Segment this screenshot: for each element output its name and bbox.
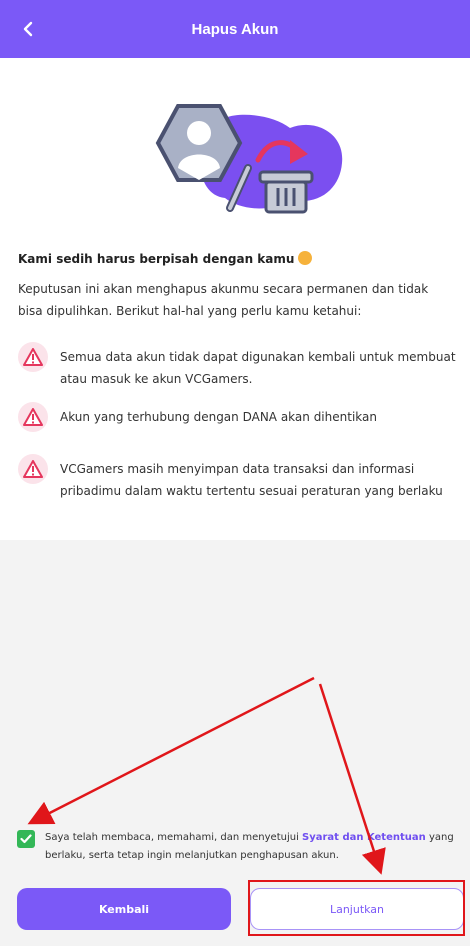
page-title: Hapus Akun [191, 20, 279, 38]
section-heading: Kami sedih harus berpisah dengan kamu [18, 251, 313, 266]
info-card: Kami sedih harus berpisah dengan kamu Ke… [0, 58, 470, 540]
sad-face-icon [298, 251, 313, 265]
warning-icon [18, 402, 48, 432]
delete-account-illustration [155, 104, 343, 214]
warning-icon [18, 454, 48, 484]
back-button[interactable]: Kembali [17, 888, 231, 930]
notice-text: Akun yang terhubung dengan DANA akan dih… [60, 410, 377, 424]
section-description: Keputusan ini akan menghapus akunmu seca… [18, 282, 429, 318]
notice-text: VCGamers masih menyimpan data transaksi … [60, 462, 443, 498]
back-arrow-icon[interactable] [16, 17, 40, 41]
highlight-box [248, 880, 465, 936]
agreement-row: Saya telah membaca, memahami, dan menyet… [17, 829, 457, 865]
notice-item: Akun yang terhubung dengan DANA akan dih… [18, 402, 458, 432]
terms-link[interactable]: Syarat dan Ketentuan [302, 832, 426, 843]
header-bar: Hapus Akun [0, 0, 470, 58]
agreement-text: Saya telah membaca, memahami, dan menyet… [45, 832, 454, 861]
warning-icon [18, 342, 48, 372]
checkmark-icon [20, 834, 32, 844]
agreement-checkbox[interactable] [17, 830, 35, 848]
notice-text: Semua data akun tidak dapat digunakan ke… [60, 350, 456, 386]
notice-item: Semua data akun tidak dapat digunakan ke… [18, 342, 458, 390]
notice-item: VCGamers masih menyimpan data transaksi … [18, 454, 458, 502]
